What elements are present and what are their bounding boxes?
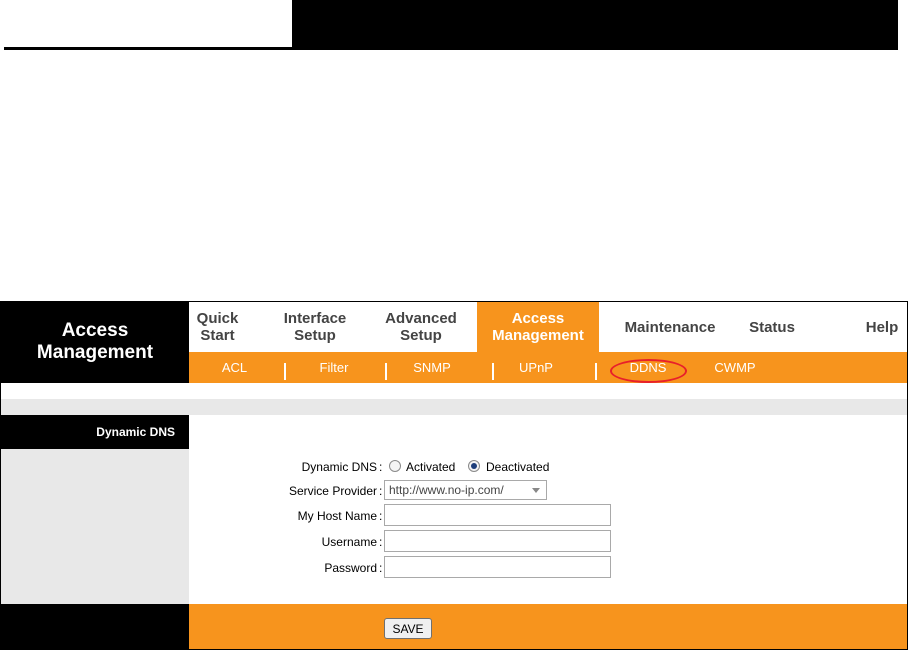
submenu-separator bbox=[595, 363, 597, 380]
menu-label: Access bbox=[511, 310, 565, 327]
password-label: Password bbox=[324, 561, 377, 575]
menu-label: Start bbox=[200, 327, 235, 344]
sub-menu: ACL Filter SNMP UPnP DDNS CWMP bbox=[189, 352, 907, 383]
divider-bar bbox=[1, 399, 907, 415]
dynamic-dns-label: Dynamic DNS bbox=[301, 460, 377, 474]
colon: : bbox=[379, 460, 383, 474]
submenu-acl[interactable]: ACL bbox=[207, 352, 262, 383]
menu-label: Quick bbox=[196, 310, 239, 327]
host-name-input[interactable] bbox=[384, 504, 611, 526]
menu-interface-setup[interactable]: Interface Setup bbox=[269, 302, 361, 352]
footer-bar bbox=[189, 604, 907, 649]
menu-label: Interface bbox=[283, 310, 347, 327]
submenu-filter[interactable]: Filter bbox=[304, 352, 364, 383]
deactivated-radio[interactable] bbox=[468, 460, 480, 472]
submenu-snmp[interactable]: SNMP bbox=[403, 352, 461, 383]
footer-left bbox=[1, 604, 189, 649]
left-column bbox=[1, 449, 189, 604]
menu-maintenance[interactable]: Maintenance bbox=[615, 302, 725, 352]
menu-label: Setup bbox=[294, 327, 336, 344]
menu-advanced-setup[interactable]: Advanced Setup bbox=[374, 302, 468, 352]
colon: : bbox=[379, 509, 383, 523]
deactivated-label: Deactivated bbox=[486, 460, 550, 474]
menu-label: Setup bbox=[400, 327, 442, 344]
service-provider-select[interactable]: http://www.no-ip.com/ bbox=[384, 480, 547, 500]
section-label: Dynamic DNS bbox=[1, 415, 189, 449]
colon: : bbox=[379, 535, 383, 549]
service-provider-label: Service Provider bbox=[288, 484, 377, 498]
menu-label: Advanced bbox=[385, 310, 457, 327]
chevron-down-icon bbox=[532, 488, 540, 493]
manual-header-rule bbox=[4, 47, 292, 50]
page-title-line2: Management bbox=[36, 341, 154, 363]
username-input[interactable] bbox=[384, 530, 611, 552]
menu-label: Management bbox=[492, 327, 584, 344]
save-button[interactable]: SAVE bbox=[384, 618, 432, 639]
main-menu: Quick Start Interface Setup Advanced Setup … bbox=[189, 302, 907, 352]
submenu-upnp[interactable]: UPnP bbox=[505, 352, 567, 383]
activated-radio[interactable] bbox=[389, 460, 401, 472]
manual-header-bar bbox=[292, 0, 898, 50]
submenu-separator bbox=[492, 363, 494, 380]
submenu-cwmp[interactable]: CWMP bbox=[701, 352, 769, 383]
submenu-separator bbox=[385, 363, 387, 380]
host-name-label: My Host Name bbox=[297, 509, 377, 523]
page-title-line1: Access bbox=[61, 319, 129, 341]
menu-status[interactable]: Status bbox=[742, 302, 802, 352]
menu-help[interactable]: Help bbox=[859, 302, 905, 352]
page-title: Access Management bbox=[1, 302, 189, 383]
ddns-highlight-circle bbox=[610, 359, 687, 383]
menu-label: Status bbox=[749, 318, 795, 336]
menu-access-management[interactable]: Access Management bbox=[477, 302, 599, 352]
submenu-separator bbox=[284, 363, 286, 380]
colon: : bbox=[379, 484, 383, 498]
username-label: Username bbox=[321, 535, 377, 549]
menu-quick-start[interactable]: Quick Start bbox=[189, 302, 246, 352]
colon: : bbox=[379, 561, 383, 575]
menu-label: Maintenance bbox=[624, 318, 716, 336]
password-input[interactable] bbox=[384, 556, 611, 578]
menu-label: Help bbox=[865, 318, 899, 336]
activated-label: Activated bbox=[406, 460, 456, 474]
router-admin-frame: Access Management Quick Start Interface Se… bbox=[0, 301, 908, 650]
service-provider-value: http://www.no-ip.com/ bbox=[389, 483, 504, 497]
